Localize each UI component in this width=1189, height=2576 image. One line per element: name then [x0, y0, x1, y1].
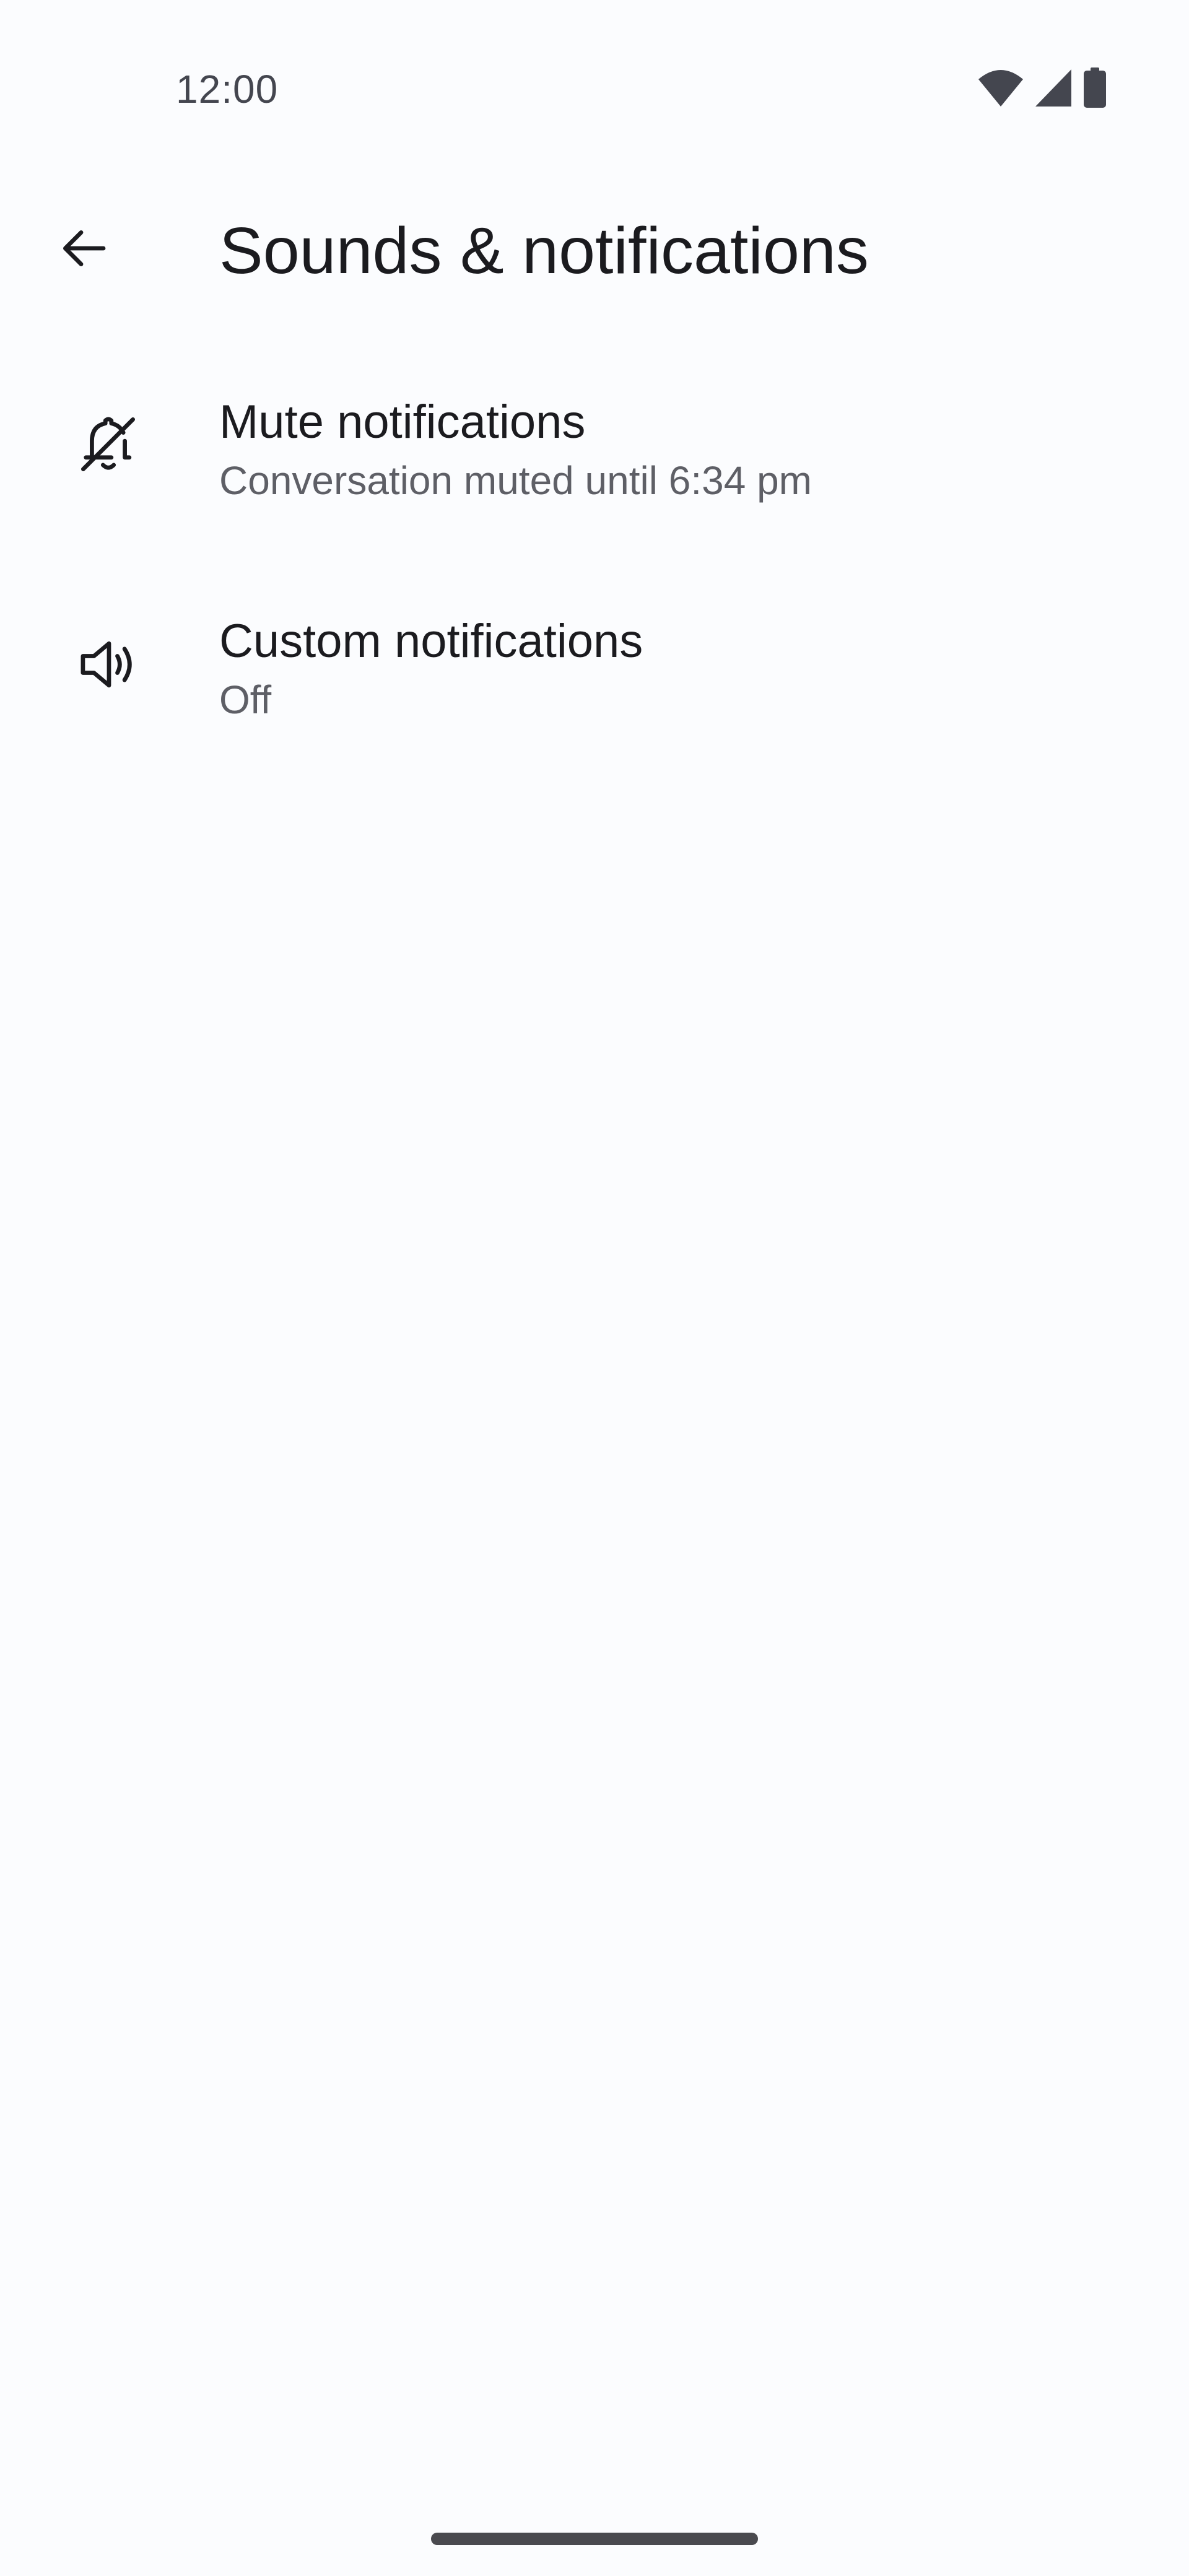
- wifi-icon: [977, 68, 1024, 111]
- gesture-handle[interactable]: [431, 2533, 758, 2545]
- custom-notifications-title: Custom notifications: [219, 615, 643, 668]
- app-bar: Sounds & notifications: [0, 186, 1189, 316]
- battery-icon: [1082, 67, 1107, 111]
- screen: 12:00 Sounds & notifications Mute notifi…: [0, 0, 1189, 2576]
- mute-notifications-title: Mute notifications: [219, 396, 586, 448]
- custom-notifications-item[interactable]: Custom notifications Off: [0, 580, 1189, 800]
- status-icons: [977, 67, 1107, 111]
- custom-notifications-text: Custom notifications Off: [219, 612, 643, 726]
- bell-off-icon: [68, 404, 149, 484]
- speaker-volume-icon: [68, 624, 149, 705]
- cellular-signal-icon: [1034, 68, 1073, 111]
- settings-list: Mute notifications Conversation muted un…: [0, 359, 1189, 800]
- page-title: Sounds & notifications: [219, 214, 869, 287]
- mute-notifications-text: Mute notifications Conversation muted un…: [219, 393, 812, 507]
- back-button[interactable]: [37, 209, 130, 290]
- status-time: 12:00: [176, 67, 279, 111]
- arrow-back-icon: [54, 219, 113, 281]
- mute-notifications-summary: Conversation muted until 6:34 pm: [219, 458, 812, 503]
- custom-notifications-summary: Off: [219, 677, 272, 722]
- mute-notifications-item[interactable]: Mute notifications Conversation muted un…: [0, 359, 1189, 580]
- status-bar: 12:00: [0, 0, 1189, 180]
